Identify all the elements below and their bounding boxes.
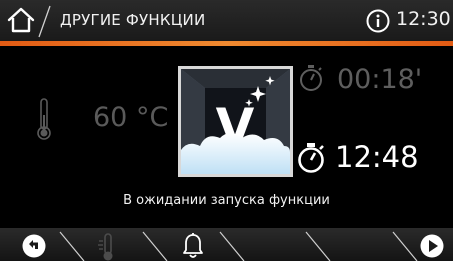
home-icon[interactable]: [6, 6, 36, 34]
empty-slot[interactable]: [336, 232, 386, 258]
top-bar: ДРУГИЕ ФУНКЦИИ 12:30: [0, 0, 453, 41]
back-arrow-icon[interactable]: [22, 234, 46, 258]
thermometer-icon[interactable]: [96, 232, 120, 261]
empty-slot[interactable]: [252, 232, 302, 258]
accent-line: [0, 41, 453, 46]
end-time-icon: [298, 143, 324, 173]
bottom-nav: [0, 228, 453, 261]
page-title: ДРУГИЕ ФУНКЦИИ: [60, 11, 206, 29]
forward-arrow-icon[interactable]: [420, 234, 444, 258]
info-icon[interactable]: [366, 9, 390, 33]
bell-icon[interactable]: [181, 232, 205, 260]
temperature-value[interactable]: 60 °C: [93, 102, 168, 133]
duration-value[interactable]: 00:18': [337, 64, 422, 95]
oven-screen: ДРУГИЕ ФУНКЦИИ 12:30 60 °C V 00:18' 12:4…: [0, 0, 453, 261]
status-text: В ожидании запуска функции: [123, 193, 330, 208]
v-steam-function-icon[interactable]: V: [178, 66, 293, 177]
end-time-value[interactable]: 12:48: [335, 140, 419, 174]
stopwatch-icon: [300, 65, 322, 91]
clock: 12:30: [396, 8, 451, 30]
title-divider: [38, 5, 51, 38]
thermometer-icon[interactable]: [36, 97, 52, 141]
